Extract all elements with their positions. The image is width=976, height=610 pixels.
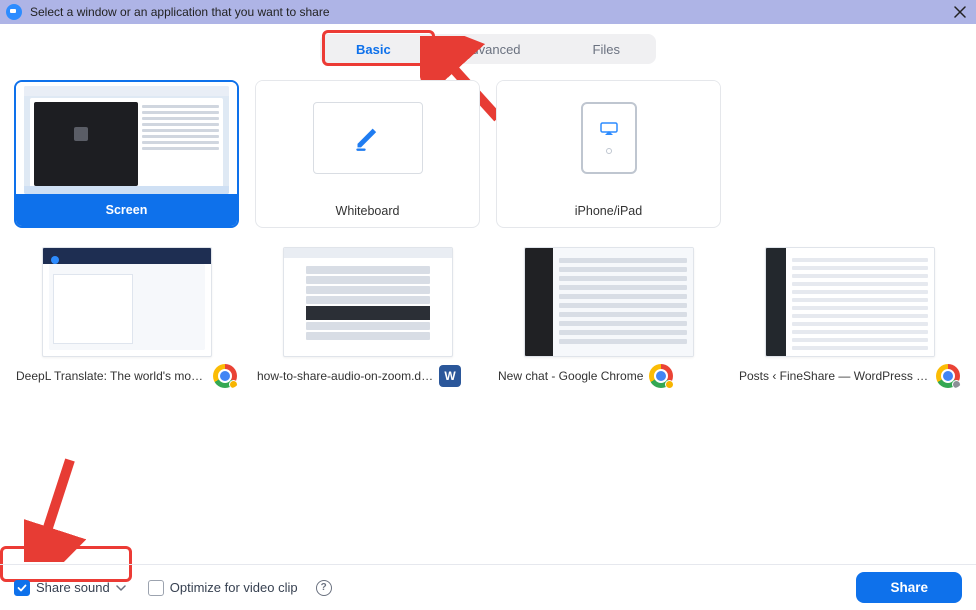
close-icon (954, 6, 966, 18)
grid-spacer (737, 80, 962, 228)
share-button[interactable]: Share (856, 572, 962, 603)
chevron-down-icon (116, 583, 126, 593)
share-sound-checkbox[interactable]: Share sound (14, 580, 130, 596)
checkbox-icon (14, 580, 30, 596)
window-label: how-to-share-audio-on-zoom.d… (257, 369, 433, 383)
window-thumb (737, 240, 962, 364)
window-thumb (255, 240, 480, 364)
tab-advanced[interactable]: Advanced (427, 34, 557, 64)
tab-basic[interactable]: Basic (320, 34, 427, 64)
optimize-video-checkbox[interactable]: Optimize for video clip (148, 580, 298, 596)
window-card-newchat[interactable]: New chat - Google Chrome (496, 240, 721, 388)
zoom-app-icon (6, 4, 22, 20)
iphone-thumbnail (497, 81, 720, 195)
chrome-icon (936, 364, 960, 388)
word-icon: W (439, 365, 461, 387)
whiteboard-thumbnail (256, 81, 479, 195)
airplay-icon (600, 122, 618, 136)
title-bar: Select a window or an application that y… (0, 0, 976, 24)
chrome-icon (649, 364, 673, 388)
share-grid: Screen Whiteboard (14, 80, 962, 388)
window-card-word[interactable]: how-to-share-audio-on-zoom.d… W (255, 240, 480, 388)
tabs-pill: Basic Advanced Files (320, 34, 656, 64)
source-whiteboard[interactable]: Whiteboard (255, 80, 480, 228)
source-iphone-label: iPhone/iPad (497, 195, 720, 227)
source-screen[interactable]: Screen (14, 80, 239, 228)
tabs-row: Basic Advanced Files (0, 34, 976, 64)
tab-files[interactable]: Files (557, 34, 656, 64)
share-sound-dropdown[interactable] (116, 583, 130, 593)
checkbox-icon (148, 580, 164, 596)
source-whiteboard-label: Whiteboard (256, 195, 479, 227)
window-title: Select a window or an application that y… (30, 5, 330, 19)
window-card-wordpress[interactable]: Posts ‹ FineShare — WordPress - … (737, 240, 962, 388)
window-label: New chat - Google Chrome (498, 369, 643, 383)
screen-thumbnail (16, 82, 237, 194)
window-thumb (14, 240, 239, 364)
footer-bar: Share sound Optimize for video clip ? Sh… (0, 564, 976, 610)
window-label: DeepL Translate: The world's mos… (16, 369, 207, 383)
window-card-deepl[interactable]: DeepL Translate: The world's mos… (14, 240, 239, 388)
window-thumb (496, 240, 721, 364)
window-label: Posts ‹ FineShare — WordPress - … (739, 369, 930, 383)
share-sound-label: Share sound (36, 580, 110, 595)
optimize-help-icon[interactable]: ? (316, 580, 332, 596)
source-iphone-ipad[interactable]: iPhone/iPad (496, 80, 721, 228)
share-grid-wrap: Screen Whiteboard (0, 64, 976, 388)
annotation-arrow-to-sound (24, 452, 94, 562)
source-screen-label: Screen (16, 194, 237, 226)
chrome-icon (213, 364, 237, 388)
pencil-icon (354, 124, 382, 152)
optimize-label: Optimize for video clip (170, 580, 298, 595)
close-button[interactable] (950, 2, 970, 22)
